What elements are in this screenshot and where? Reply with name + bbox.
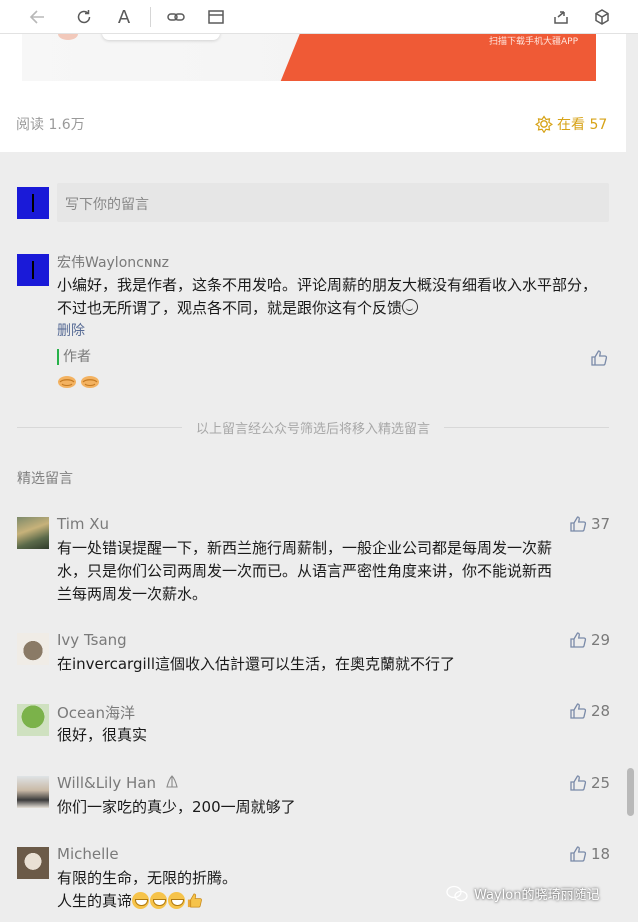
avatar <box>17 776 49 808</box>
share-icon[interactable] <box>549 5 573 29</box>
like-button[interactable]: 25 <box>569 774 610 792</box>
like-button[interactable]: 29 <box>569 631 610 649</box>
comment-line: 很好，很真实 <box>57 726 148 744</box>
comment-line: 在invercargill這個收入估計還可以生活，在奧克蘭就不行了 <box>57 655 455 673</box>
comment-text: 有一处错误提醒一下，新西兰施行周薪制，一般企业公司都是每周发一次薪 水，只是你们… <box>57 537 609 606</box>
commenter-name: Will&Lily Han <box>57 774 180 792</box>
comment-line: 水，只是你们公司两周发一次而已。从语言严密性角度来讲，你不能说新西 <box>57 562 553 580</box>
comment-line: 兰每两周发一次薪水。 <box>57 585 208 603</box>
like-count: 25 <box>591 774 611 792</box>
grin-emoji-icon <box>150 892 168 909</box>
like-count: 29 <box>591 631 611 649</box>
article-footer: 扫描下载手机大疆APP 阅读 1.6万 在看 57 <box>0 34 626 152</box>
author-comment-text: 小编好，我是作者，这条不用发哈。评论周薪的朋友大概没有细看收入水平部分，不过也无… <box>57 274 609 320</box>
commenter-name-text: Will&Lily Han <box>57 774 157 792</box>
ad-banner-image[interactable]: 扫描下载手机大疆APP <box>22 34 596 81</box>
browser-toolbar: A <box>0 0 638 34</box>
watching-button[interactable]: 在看 57 <box>535 114 607 134</box>
comment-line: 你们一家吃的真少，200一周就够了 <box>57 798 296 816</box>
banner-caption: 扫描下载手机大疆APP <box>488 37 578 47</box>
font-glyph: A <box>117 6 131 28</box>
handshake-emoji-icon <box>58 376 76 388</box>
handshake-emoji-icon <box>81 376 99 388</box>
back-arrow-icon[interactable] <box>26 5 50 29</box>
user-avatar <box>17 187 49 219</box>
banner-decoration <box>102 34 220 40</box>
like-button[interactable]: 37 <box>569 515 610 533</box>
comment-line: 有一处错误提醒一下，新西兰施行周薪制，一般企业公司都是每周发一次薪 <box>57 539 553 557</box>
banner-decoration <box>58 34 78 40</box>
thumbs-up-icon <box>570 632 587 648</box>
commenter-name: Ivy Tsang <box>57 631 127 649</box>
thumbs-up-icon[interactable] <box>590 349 608 367</box>
like-button[interactable]: 28 <box>569 702 610 720</box>
thumbs-up-icon <box>570 516 587 532</box>
like-button[interactable]: 18 <box>569 845 610 863</box>
commenter-name: Tim Xu <box>57 515 110 533</box>
filter-notice: 以上留言经公众号筛选后将移入精选留言 <box>196 421 431 437</box>
author-comment-body: 小编好，我是作者，这条不用发哈。评论周薪的朋友大概没有细看收入水平部分，不过也无… <box>57 276 598 317</box>
praying-hands-icon <box>166 775 178 788</box>
comment-line-text: 人生的真谛 <box>57 892 133 910</box>
featured-comments-title: 精选留言 <box>17 471 73 487</box>
like-count: 37 <box>591 515 611 533</box>
link-icon[interactable] <box>164 5 188 29</box>
commenter-name: Ocean海洋 <box>57 704 135 722</box>
author-badge: 作者 <box>57 349 91 365</box>
author-avatar <box>17 254 49 286</box>
grin-emoji-icon <box>132 892 150 909</box>
refresh-icon[interactable] <box>72 5 96 29</box>
thumbs-up-icon <box>570 846 587 862</box>
wechat-icon <box>446 885 468 901</box>
filter-divider: 以上留言经公众号筛选后将移入精选留言 <box>17 418 610 437</box>
author-name: 宏伟Waylonᴄɴɴᴢ <box>57 255 169 271</box>
watching-label: 在看 57 <box>557 117 608 133</box>
watermark-text: Waylon的晓琦丽随记 <box>474 888 600 903</box>
comment-input[interactable]: 写下你的留言 <box>57 183 609 222</box>
toolbar-separator <box>150 7 151 27</box>
banner-orange-panel: 扫描下载手机大疆APP <box>318 34 596 81</box>
avatar <box>17 517 49 549</box>
commenter-name: Michelle <box>57 845 119 863</box>
thumbs-up-icon <box>570 775 587 791</box>
watermark: Waylon的晓琦丽随记 <box>446 884 600 903</box>
avatar <box>17 633 49 665</box>
window-icon[interactable] <box>204 5 228 29</box>
comment-text: 很好，很真实 <box>57 724 609 747</box>
thumbs-up-emoji-icon <box>187 893 202 908</box>
comment-text: 你们一家吃的真少，200一周就够了 <box>57 796 609 819</box>
avatar <box>17 847 49 879</box>
scrollbar-thumb[interactable] <box>627 768 634 816</box>
cube-icon[interactable] <box>590 5 614 29</box>
thumbs-up-icon <box>570 703 587 719</box>
comment-text: 在invercargill這個收入估計還可以生活，在奧克蘭就不行了 <box>57 653 609 676</box>
font-icon[interactable]: A <box>112 5 136 29</box>
delete-link[interactable]: 删除 <box>57 320 85 340</box>
grin-emoji-icon <box>168 892 186 909</box>
flower-icon <box>535 115 553 133</box>
avatar <box>17 704 49 736</box>
read-count: 阅读 1.6万 <box>16 117 85 133</box>
smile-emoji-icon <box>402 299 419 315</box>
like-count: 28 <box>591 702 611 720</box>
like-count: 18 <box>591 845 611 863</box>
